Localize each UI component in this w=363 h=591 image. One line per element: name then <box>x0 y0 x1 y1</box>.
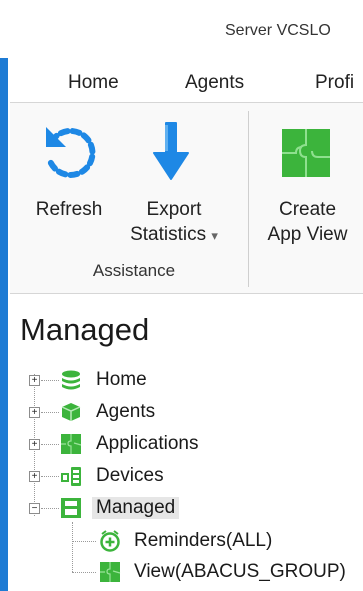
expand-toggle[interactable]: + <box>29 375 40 386</box>
refresh-label: Refresh <box>35 199 103 220</box>
database-icon <box>62 370 80 390</box>
tree-connector <box>72 572 96 573</box>
tree-item-label: Home <box>96 369 147 390</box>
tree-connector <box>41 476 59 477</box>
ribbon: Refresh Export Statistics ▾ Assistance C… <box>10 102 363 294</box>
create-label-line2: App View <box>267 224 348 245</box>
expand-toggle[interactable]: + <box>29 439 40 450</box>
tree-item-label: View(ABACUS_GROUP) <box>134 561 346 582</box>
tree-child-line <box>72 522 73 572</box>
ribbon-separator <box>248 111 249 287</box>
refresh-icon <box>46 127 96 178</box>
tree-item-label: Applications <box>96 433 199 454</box>
group-label-assistance: Assistance <box>92 261 176 280</box>
title-bar: Server VCSLO <box>0 0 363 58</box>
devices-icon <box>61 467 81 486</box>
app-view-puzzle-icon <box>282 129 330 177</box>
menu-bar: Home Agents Profi <box>10 58 363 102</box>
tree-connector <box>72 541 96 542</box>
tab-home[interactable]: Home <box>68 72 119 94</box>
tree-connector <box>41 508 59 509</box>
tree-item-label: Managed <box>92 497 180 519</box>
export-label-line1: Export <box>146 199 202 220</box>
managed-icon <box>61 498 81 518</box>
expand-toggle[interactable]: + <box>29 407 40 418</box>
download-arrow-icon <box>153 122 189 180</box>
tree-connector <box>41 444 59 445</box>
tree-item-label: Devices <box>96 465 164 486</box>
reminder-icon <box>100 530 120 552</box>
create-app-view-button[interactable]: Create App View <box>252 113 363 253</box>
tab-agents[interactable]: Agents <box>185 72 244 94</box>
export-statistics-button[interactable]: Export Statistics ▾ <box>114 113 234 253</box>
expand-toggle[interactable]: + <box>29 471 40 482</box>
section-title: Managed <box>20 312 150 347</box>
dropdown-caret-icon: ▾ <box>211 228 218 243</box>
create-label-line1: Create <box>278 199 337 220</box>
export-label-line2: Statistics <box>130 224 207 245</box>
tree-connector <box>41 380 59 381</box>
tree-view: + Home + Agents + Applications + Devices… <box>0 360 363 591</box>
collapse-toggle[interactable]: − <box>29 503 40 514</box>
puzzle-icon <box>61 434 82 454</box>
refresh-button[interactable]: Refresh <box>24 113 114 225</box>
cube-icon <box>61 403 81 421</box>
tree-connector <box>41 412 59 413</box>
tree-item-label: Agents <box>96 401 156 422</box>
tab-profiles[interactable]: Profi <box>315 72 354 94</box>
puzzle-icon <box>100 562 121 582</box>
window-title: Server VCSLO <box>225 22 331 39</box>
tree-item-label: Reminders(ALL) <box>134 530 273 551</box>
